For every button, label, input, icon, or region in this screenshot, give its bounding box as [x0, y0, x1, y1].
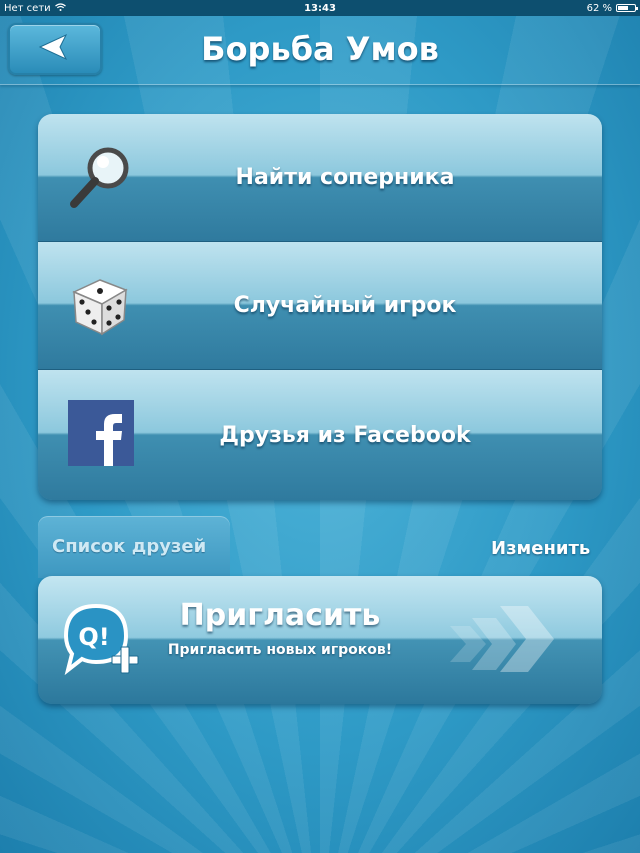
- wifi-icon: [54, 2, 66, 14]
- header: Борьба Умов: [0, 16, 640, 85]
- menu-item-facebook-friends[interactable]: Друзья из Facebook: [38, 370, 602, 500]
- status-bar: Нет сети 13:43 62 %: [0, 0, 640, 16]
- tab-label: Список друзей: [52, 536, 207, 557]
- status-right: 62 %: [586, 2, 638, 14]
- status-left: Нет сети: [4, 3, 66, 14]
- battery-icon: [616, 4, 638, 12]
- menu-item-label: Найти соперника: [235, 165, 455, 190]
- magnifier-icon: [66, 142, 136, 212]
- menu-item-label: Случайный игрок: [233, 293, 457, 318]
- game-mode-menu: Найти соперника Случайный игрок Друзья и…: [38, 114, 602, 500]
- carrier-text: Нет сети: [4, 2, 51, 14]
- invite-button[interactable]: Q! Пригласить Пригласить новых игроков!: [38, 576, 602, 704]
- menu-item-find-opponent[interactable]: Найти соперника: [38, 114, 602, 242]
- page-title: Борьба Умов: [201, 30, 439, 68]
- battery-text: 62 %: [586, 2, 612, 14]
- facebook-icon: [66, 398, 136, 468]
- menu-item-random-player[interactable]: Случайный игрок: [38, 242, 602, 370]
- chevron-right-icon: [442, 596, 562, 682]
- status-time: 13:43: [304, 2, 336, 14]
- menu-item-label: Друзья из Facebook: [219, 422, 471, 448]
- edit-button[interactable]: Изменить: [491, 538, 590, 559]
- tab-friends-list[interactable]: Список друзей: [38, 516, 230, 578]
- dice-icon: [66, 270, 136, 340]
